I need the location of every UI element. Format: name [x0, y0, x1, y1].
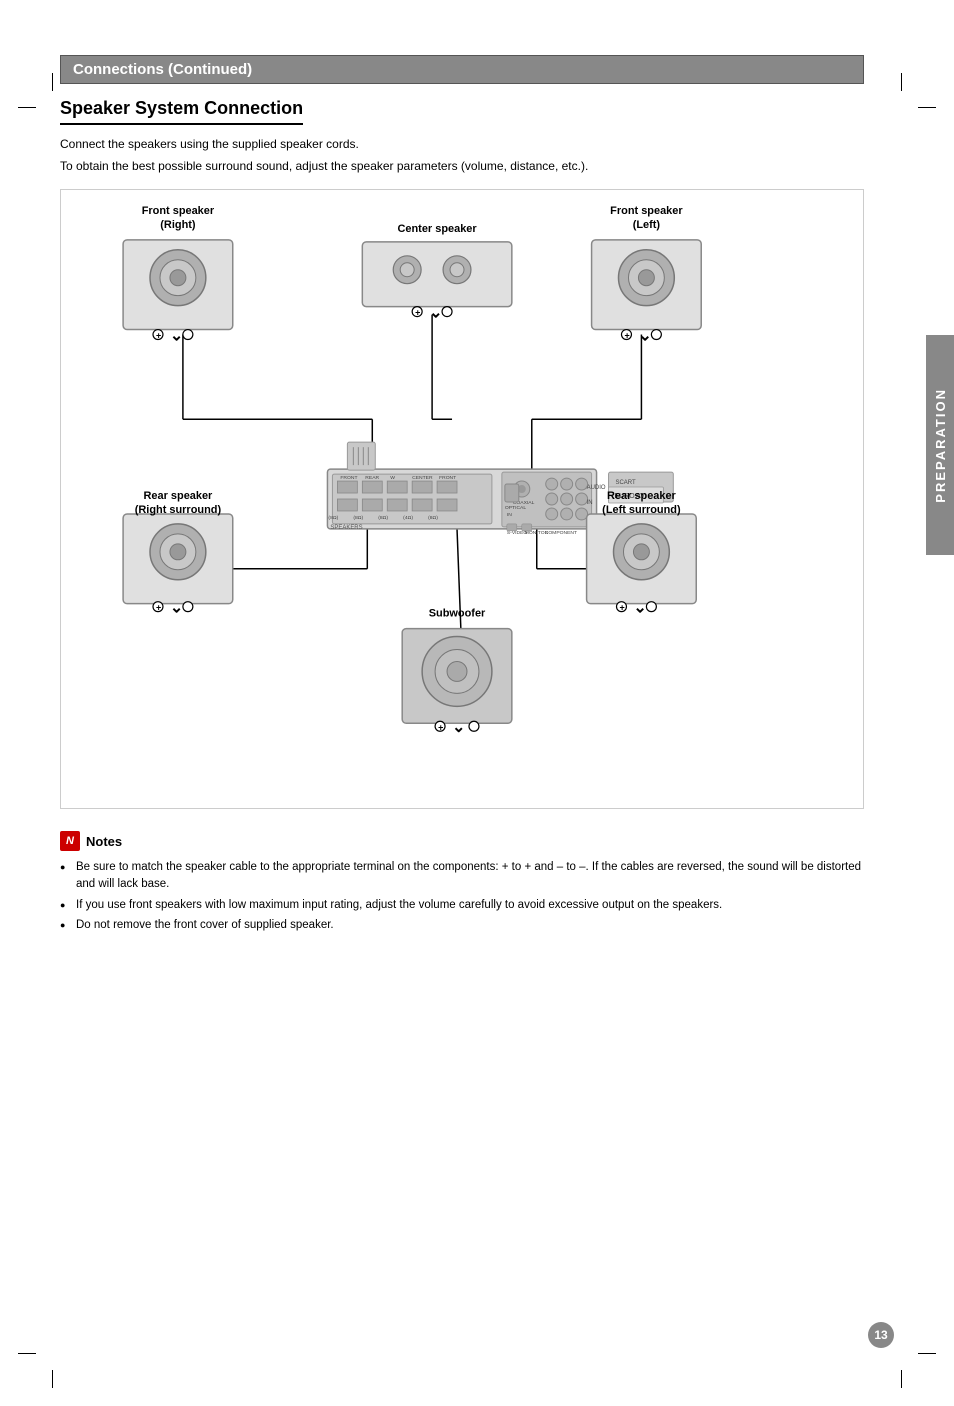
- svg-text:+: +: [624, 331, 629, 341]
- note-item-1: Be sure to match the speaker cable to th…: [60, 859, 864, 894]
- svg-text:(8Ω): (8Ω): [353, 515, 363, 521]
- svg-text:⌄: ⌄: [429, 305, 442, 322]
- svg-text:Center speaker: Center speaker: [398, 223, 478, 235]
- side-tab-label: PREPARATION: [933, 388, 948, 503]
- svg-text:(8Ω): (8Ω): [428, 515, 438, 521]
- svg-text:Rear speaker: Rear speaker: [144, 490, 214, 502]
- svg-text:+: +: [156, 331, 161, 341]
- svg-text:AUDIO: AUDIO: [587, 485, 606, 491]
- svg-text:+: +: [619, 603, 624, 613]
- svg-text:(8Ω): (8Ω): [378, 515, 388, 521]
- svg-text:(Left): (Left): [633, 219, 661, 231]
- page-number: 13: [868, 1322, 894, 1348]
- svg-text:Subwoofer: Subwoofer: [429, 608, 486, 620]
- svg-text:FRONT: FRONT: [439, 475, 456, 481]
- svg-text:CENTER: CENTER: [412, 475, 433, 481]
- notes-section: N Notes Be sure to match the speaker cab…: [60, 831, 864, 934]
- svg-text:IN: IN: [587, 500, 593, 506]
- svg-text:⌄: ⌄: [170, 328, 183, 345]
- svg-text:⌄: ⌄: [170, 600, 183, 617]
- notes-icon: N: [60, 831, 80, 851]
- svg-text:IN: IN: [507, 512, 512, 518]
- section-title: Connections (Continued): [73, 61, 252, 78]
- svg-text:⌄: ⌄: [638, 328, 651, 345]
- svg-text:Front speaker: Front speaker: [142, 205, 215, 217]
- svg-text:(4Ω): (4Ω): [403, 515, 413, 521]
- notes-header: N Notes: [60, 831, 864, 851]
- section-header: Connections (Continued): [60, 55, 864, 84]
- svg-text:Rear speaker: Rear speaker: [607, 490, 677, 502]
- intro-text-1: Connect the speakers using the supplied …: [60, 135, 864, 153]
- svg-text:+: +: [156, 603, 161, 613]
- svg-text:OPTICAL: OPTICAL: [505, 505, 526, 511]
- svg-text:(Right surround): (Right surround): [135, 504, 222, 516]
- svg-text:COMPONENT: COMPONENT: [545, 530, 577, 536]
- preparation-tab: PREPARATION: [926, 335, 954, 555]
- note-item-3: Do not remove the front cover of supplie…: [60, 917, 864, 934]
- intro-text-2: To obtain the best possible surround sou…: [60, 157, 864, 175]
- main-content: Connections (Continued) Speaker System C…: [60, 55, 864, 934]
- svg-text:W: W: [390, 475, 395, 481]
- notes-title: Notes: [86, 834, 122, 849]
- svg-text:⌄: ⌄: [452, 719, 465, 736]
- diagram-svg: + ⌄ Front speaker (Right) + ⌄ Center spe…: [61, 190, 863, 808]
- page-title: Speaker System Connection: [60, 98, 303, 125]
- svg-text:+: +: [415, 308, 420, 318]
- svg-text:SPEAKERS: SPEAKERS: [330, 525, 362, 531]
- svg-text:⌄: ⌄: [633, 600, 646, 617]
- svg-text:REAR: REAR: [365, 475, 379, 481]
- svg-text:SCART: SCART: [616, 480, 636, 486]
- svg-text:FRONT: FRONT: [340, 475, 357, 481]
- svg-text:(8Ω): (8Ω): [328, 515, 338, 521]
- svg-text:(Right): (Right): [160, 219, 196, 231]
- speaker-diagram: + ⌄ Front speaker (Right) + ⌄ Center spe…: [60, 189, 864, 809]
- svg-text:(Left surround): (Left surround): [602, 504, 681, 516]
- note-item-2: If you use front speakers with low maxim…: [60, 897, 864, 914]
- svg-text:+: +: [438, 722, 443, 732]
- svg-text:Front speaker: Front speaker: [610, 205, 683, 217]
